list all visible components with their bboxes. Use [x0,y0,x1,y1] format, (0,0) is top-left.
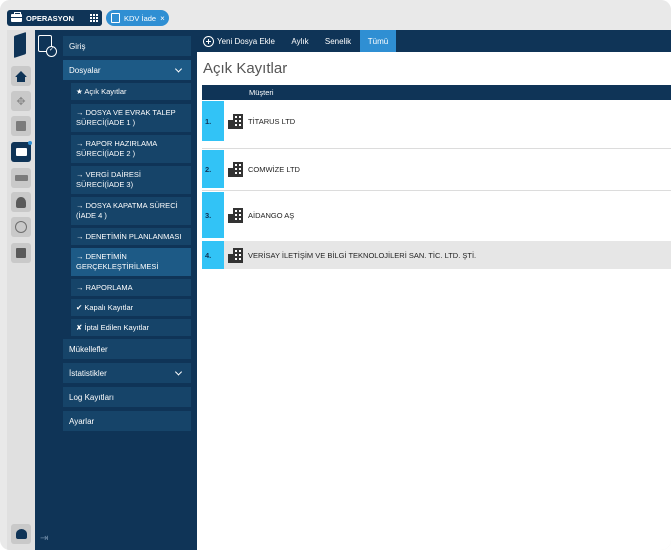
sidebar-subitem-dosya-evrak[interactable]: → DOSYA VE EVRAK TALEP SÜRECİ(İADE 1 ) [71,104,191,132]
toolbar: Yeni Dosya Ekle Aylık Senelik Tümü [197,30,671,52]
side-strip: ⇥ [35,30,57,550]
tab-label: KDV İade [124,13,157,23]
user-settings-icon[interactable] [11,524,31,544]
table-row[interactable]: 3. AİDANGO AŞ [202,192,671,238]
row-body: TİTARUS LTD [224,101,671,141]
apps-grid-button[interactable] [86,10,102,26]
sidebar-subitem-kapali-kayitlar[interactable]: ✔ Kapalı Kayıtlar [71,299,191,316]
table-row[interactable]: 1. TİTARUS LTD [202,101,671,141]
calculator-icon[interactable] [11,243,31,263]
chevron-down-icon [174,368,183,376]
customer-name: TİTARUS LTD [248,116,296,126]
tab-senelik[interactable]: Senelik [320,30,356,52]
row-body: VERİSAY İLETİŞİM VE BİLGİ TEKNOLOJİLERİ … [224,241,671,269]
sidebar-subitem-raporlama[interactable]: → RAPORLAMA [71,279,191,296]
building-icon [228,247,243,263]
sidebar-subitem-acik-kayitlar[interactable]: ★ Açık Kayıtlar [71,83,191,100]
building-icon [228,161,243,177]
logout-arrow-icon[interactable]: ⇥ [40,533,48,544]
tab-tumu[interactable]: Tümü [360,30,396,52]
new-file-label: Yeni Dosya Ekle [217,36,275,46]
document-icon [111,13,120,23]
plus-circle-icon [203,35,214,47]
sidebar-subitem-denetim-planlanmasi[interactable]: → DENETİMİN PLANLANMASI [71,228,191,245]
move-icon[interactable]: ✥ [11,91,31,111]
column-header-musteri: Müşteri [249,88,274,97]
sidebar-item-dosyalar[interactable]: Dosyalar [63,60,191,80]
customer-name: VERİSAY İLETİŞİM VE BİLGİ TEKNOLOJİLERİ … [248,250,477,260]
home-icon[interactable] [11,66,31,86]
row-divider [202,148,671,149]
row-number: 2. [202,150,224,188]
sidebar-subitem-vergi-dairesi[interactable]: → VERGİ DAİRESİ SÜRECİ(İADE 3) [71,166,191,194]
tab-aylik[interactable]: Aylık [285,30,315,52]
sidebar-item-label: Dosyalar [69,65,101,75]
table-row[interactable]: 4. VERİSAY İLETİŞİM VE BİLGİ TEKNOLOJİLE… [202,241,671,269]
tab-kdv-iade[interactable]: KDV İade × [106,10,169,26]
sidebar-item-label: İstatistikler [69,368,107,378]
money-icon[interactable] [11,168,31,188]
top-bar: OPERASYON KDV İade × [0,0,671,32]
row-number: 1. [202,101,224,141]
row-divider [202,190,671,191]
user-icon[interactable] [11,192,31,212]
icon-rail: ✥ [7,30,35,550]
sidebar-item-log[interactable]: Log Kayıtları [63,387,191,407]
sidebar-subitem-denetim-gerceklestirilmesi[interactable]: → DENETİMİN GERÇEKLEŞTİRİLMESİ [71,248,191,276]
building-icon [228,113,243,129]
close-icon[interactable]: × [160,14,165,23]
briefcase-icon [11,12,22,22]
logo [14,32,26,58]
sidebar-item-giris[interactable]: Giriş [63,36,191,56]
document-check-icon[interactable] [38,35,57,57]
row-number: 4. [202,241,224,269]
building-icon [228,207,243,223]
sidebar-subitem-dosya-kapatma[interactable]: → DOSYA KAPATMA SÜRECİ (İADE 4 ) [71,197,191,225]
chevron-down-icon [174,65,183,73]
briefcase-icon[interactable] [11,141,32,162]
main-content: Yeni Dosya Ekle Aylık Senelik Tümü Açık … [197,30,671,550]
table-header: Müşteri [202,85,671,100]
sidebar-nav: Giriş Dosyalar ★ Açık Kayıtlar → DOSYA V… [57,30,197,550]
row-body: COMWİZE LTD [224,150,671,188]
customer-name: AİDANGO AŞ [248,210,295,220]
row-number: 3. [202,192,224,238]
book-icon[interactable] [11,116,31,136]
customer-name: COMWİZE LTD [248,164,300,174]
globe-icon[interactable] [11,217,31,237]
sidebar-item-ayarlar[interactable]: Ayarlar [63,411,191,431]
new-file-button[interactable]: Yeni Dosya Ekle [203,34,275,48]
row-body: AİDANGO AŞ [224,192,671,238]
sidebar-subitem-rapor-hazirlama[interactable]: → RAPOR HAZIRLAMA SÜRECİ(İADE 2 ) [71,135,191,163]
table-row[interactable]: 2. COMWİZE LTD [202,150,671,188]
sidebar-item-mukellefler[interactable]: Mükellefler [63,339,191,359]
app-window: OPERASYON KDV İade × ✥ ⇥ Giriş D [0,0,671,550]
page-title: Açık Kayıtlar [203,60,288,77]
sidebar-item-istatistikler[interactable]: İstatistikler [63,363,191,383]
app-label: OPERASYON [26,13,74,23]
sidebar-subitem-iptal-kayitlar[interactable]: ✘ İptal Edilen Kayıtlar [71,319,191,336]
